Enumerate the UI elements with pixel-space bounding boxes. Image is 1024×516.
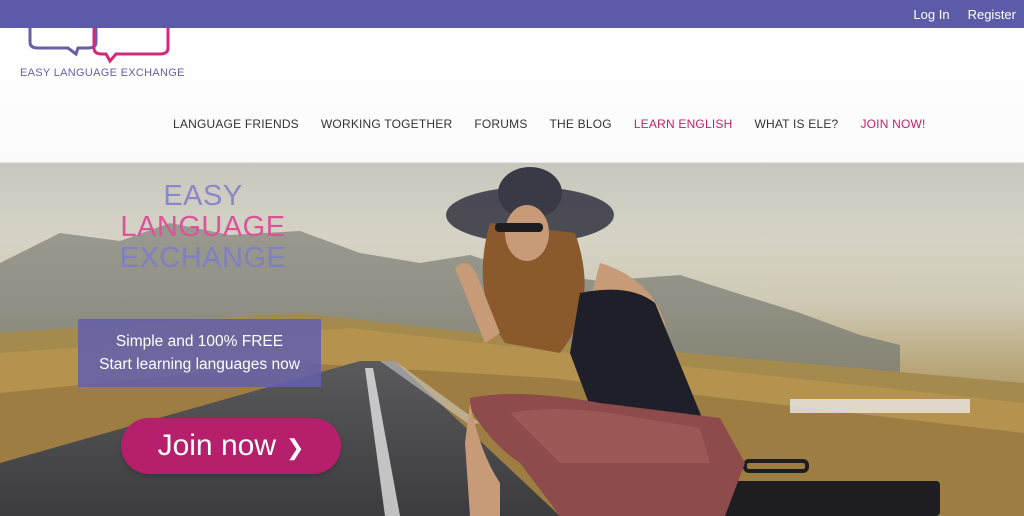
hero-banner: EASY LANGUAGE EXCHANGE Simple and 100% F… — [0, 163, 1024, 516]
hero-tagline-box: Simple and 100% FREE Start learning lang… — [78, 319, 321, 387]
nav-forums[interactable]: FORUMS — [474, 117, 527, 131]
nav-learn-english[interactable]: LEARN ENGLISH — [634, 117, 733, 131]
nav-the-blog[interactable]: THE BLOG — [550, 117, 612, 131]
site-header: EASY LANGUAGE EXCHANGE LANGUAGE FRIENDS … — [0, 28, 1024, 163]
brand-line-exchange: EXCHANGE — [119, 242, 287, 274]
brand-line-easy: EASY — [163, 180, 243, 212]
login-link[interactable]: Log In — [913, 7, 949, 22]
main-nav: LANGUAGE FRIENDS WORKING TOGETHER FORUMS… — [173, 117, 926, 131]
brand-line-language: LANGUAGE — [120, 211, 286, 243]
nav-working-together[interactable]: WORKING TOGETHER — [321, 117, 452, 131]
nav-what-is-ele[interactable]: WHAT IS ELE? — [754, 117, 838, 131]
nav-join-now[interactable]: JOIN NOW! — [860, 117, 925, 131]
join-now-button[interactable]: Join now ❯ — [121, 418, 341, 474]
chevron-right-icon: ❯ — [285, 435, 305, 460]
tagline-line-2: Start learning languages now — [99, 356, 300, 373]
register-link[interactable]: Register — [968, 7, 1016, 22]
nav-language-friends[interactable]: LANGUAGE FRIENDS — [173, 117, 299, 131]
tagline-line-1: Simple and 100% FREE — [115, 333, 284, 350]
hero-brand-title: EASY LANGUAGE EXCHANGE — [118, 181, 288, 274]
logo-text: EASY LANGUAGE EXCHANGE — [20, 67, 185, 79]
site-logo[interactable]: EASY LANGUAGE EXCHANGE — [20, 28, 200, 83]
join-now-label: Join now — [157, 429, 276, 462]
top-bar: Log In Register — [0, 0, 1024, 28]
speech-bubbles-logo-icon — [28, 28, 170, 64]
